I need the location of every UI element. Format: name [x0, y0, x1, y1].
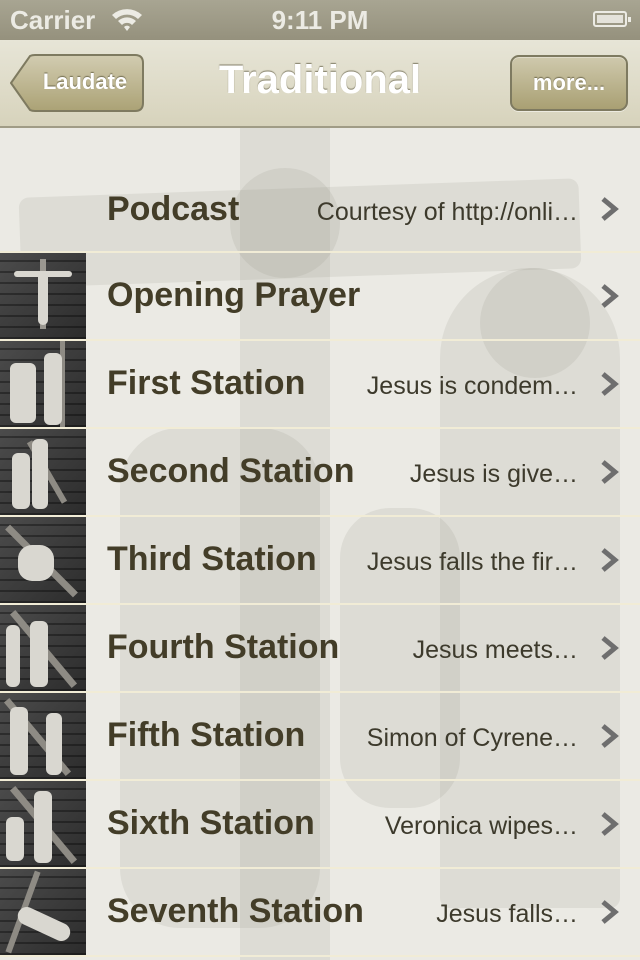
row-detail: Veronica wipes…	[384, 812, 578, 840]
row-title: Sixth Station	[107, 804, 315, 842]
station-6-thumbnail	[0, 781, 86, 867]
list-item[interactable]: Third Station Jesus falls the fir…	[0, 517, 640, 605]
row-detail: Jesus falls the fir…	[366, 548, 578, 576]
chevron-right-icon	[601, 900, 619, 924]
chevron-right-icon	[601, 636, 619, 660]
row-detail: Jesus falls…	[436, 900, 578, 928]
chevron-right-icon	[601, 724, 619, 748]
row-detail: Jesus meets…	[412, 636, 578, 664]
row-detail: Courtesy of http://onli…	[316, 198, 578, 226]
chevron-right-icon	[601, 460, 619, 484]
station-3-thumbnail	[0, 517, 86, 603]
chevron-right-icon	[601, 284, 619, 308]
list-item[interactable]: Podcast Courtesy of http://onli…	[0, 128, 640, 253]
list-item[interactable]: Fourth Station Jesus meets…	[0, 605, 640, 693]
station-1-thumbnail	[0, 341, 86, 427]
row-title: Seventh Station	[107, 892, 364, 930]
clock: 9:11 PM	[271, 5, 369, 35]
chevron-right-icon	[601, 812, 619, 836]
station-7-thumbnail	[0, 869, 86, 955]
list-item[interactable]: Fifth Station Simon of Cyrene…	[0, 693, 640, 781]
status-bar: Carrier 9:11 PM	[0, 0, 640, 40]
list-item[interactable]: Second Station Jesus is give…	[0, 429, 640, 517]
chevron-right-icon	[601, 372, 619, 396]
station-4-thumbnail	[0, 605, 86, 691]
navigation-bar: Laudate Traditional more...	[0, 40, 640, 128]
station-5-thumbnail	[0, 693, 86, 779]
row-title: Third Station	[107, 540, 317, 578]
row-title: Fourth Station	[107, 628, 340, 666]
row-detail: Jesus is condem…	[366, 372, 578, 400]
list-item[interactable]: Seventh Station Jesus falls…	[0, 869, 640, 957]
row-title: Opening Prayer	[107, 276, 361, 314]
row-title: Fifth Station	[107, 716, 306, 754]
battery-icon	[593, 11, 631, 27]
row-title: First Station	[107, 364, 306, 402]
row-detail: Simon of Cyrene…	[366, 724, 578, 752]
station-2-thumbnail	[0, 429, 86, 515]
list-item[interactable]: Sixth Station Veronica wipes…	[0, 781, 640, 869]
crucifix-thumbnail	[0, 253, 86, 339]
row-title: Podcast	[107, 190, 240, 228]
chevron-right-icon	[601, 197, 619, 221]
more-button[interactable]: more...	[510, 55, 628, 111]
list-item[interactable]: Opening Prayer	[0, 253, 640, 341]
list-item[interactable]: First Station Jesus is condem…	[0, 341, 640, 429]
row-title: Second Station	[107, 452, 355, 490]
chevron-right-icon	[601, 548, 619, 572]
stations-list: Podcast Courtesy of http://onli… Opening…	[0, 128, 640, 957]
row-detail: Jesus is give…	[409, 460, 578, 488]
